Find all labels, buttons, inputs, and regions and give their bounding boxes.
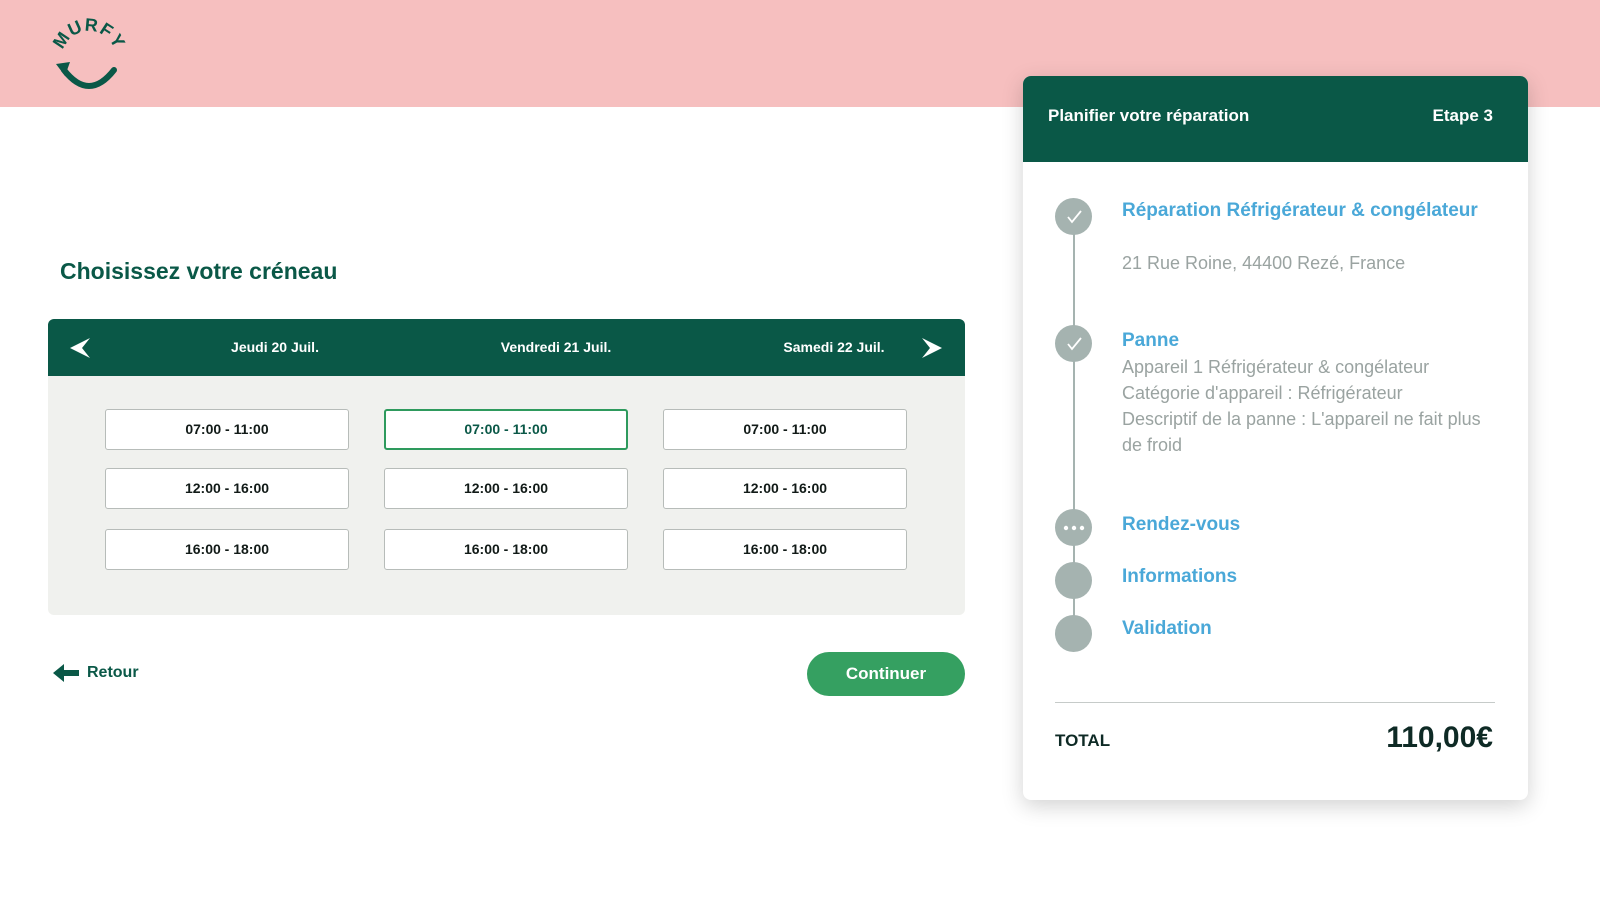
next-days-arrow-icon[interactable] [920, 336, 944, 360]
step-5-title: Validation [1122, 618, 1212, 639]
back-link[interactable]: Retour [53, 661, 139, 685]
day-label-2: Vendredi 21 Juil. [500, 339, 612, 355]
checkmark-icon [1066, 336, 1082, 350]
summary-divider [1055, 702, 1495, 703]
step-1-address: 21 Rue Roine, 44400 Rezé, France [1122, 253, 1406, 273]
slot-day3-midday[interactable]: 12:00 - 16:00 [663, 468, 907, 509]
slot-day2-afternoon[interactable]: 16:00 - 18:00 [384, 529, 628, 570]
more-dots-icon [1063, 525, 1084, 530]
summary-title: Planifier votre réparation [1048, 106, 1250, 125]
repair-summary-panel: Planifier votre réparation Etape 3 Répar… [1023, 76, 1528, 800]
step-1-done-dot [1055, 198, 1092, 235]
summary-header: Planifier votre réparation Etape 3 [1023, 76, 1528, 162]
step-indicator: Etape 3 [1432, 106, 1493, 125]
step-2-title: Panne [1122, 330, 1180, 351]
slot-day1-morning[interactable]: 07:00 - 11:00 [105, 409, 349, 450]
slot-day2-morning-selected[interactable]: 07:00 - 11:00 [384, 409, 628, 450]
day-label-3: Samedi 22 Juil. [783, 339, 885, 355]
step-3-title: Rendez-vous [1122, 514, 1241, 535]
step-3-current-dot [1055, 509, 1092, 546]
slot-day2-midday[interactable]: 12:00 - 16:00 [384, 468, 628, 509]
back-label: Retour [87, 664, 139, 681]
page-title: Choisissez votre créneau [60, 258, 338, 284]
step-2-description: Descriptif de la panne : L'appareil ne f… [1122, 409, 1481, 455]
total-label: TOTAL [1055, 731, 1111, 750]
day-label-1: Jeudi 20 Juil. [231, 339, 319, 355]
total-value: 110,00€ [1386, 721, 1493, 754]
slot-calendar: Jeudi 20 Juil. Vendredi 21 Juil. Samedi … [48, 319, 965, 615]
step-4-title: Informations [1122, 566, 1238, 587]
prev-days-arrow-icon[interactable] [68, 336, 92, 360]
step-1-title: Réparation Réfrigérateur & congélateur [1122, 200, 1478, 221]
slot-day3-morning[interactable]: 07:00 - 11:00 [663, 409, 907, 450]
calendar-header: Jeudi 20 Juil. Vendredi 21 Juil. Samedi … [48, 319, 965, 376]
murfy-logo[interactable]: MURFY [50, 18, 128, 92]
step-2-category: Catégorie d'appareil : Réfrigérateur [1122, 383, 1403, 403]
checkmark-icon [1066, 209, 1082, 223]
slot-day3-afternoon[interactable]: 16:00 - 18:00 [663, 529, 907, 570]
step-2-done-dot [1055, 325, 1092, 362]
step-2-appliance: Appareil 1 Réfrigérateur & congélateur [1122, 357, 1430, 377]
svg-text:MURFY: MURFY [50, 18, 128, 52]
logo-text: MURFY [50, 18, 128, 52]
slot-day1-afternoon[interactable]: 16:00 - 18:00 [105, 529, 349, 570]
step-5-pending-dot [1055, 615, 1092, 652]
arrow-left-icon [53, 664, 79, 682]
slot-day1-midday[interactable]: 12:00 - 16:00 [105, 468, 349, 509]
timeline-line [1073, 216, 1075, 621]
step-4-pending-dot [1055, 562, 1092, 599]
continue-button[interactable]: Continuer [807, 652, 965, 696]
